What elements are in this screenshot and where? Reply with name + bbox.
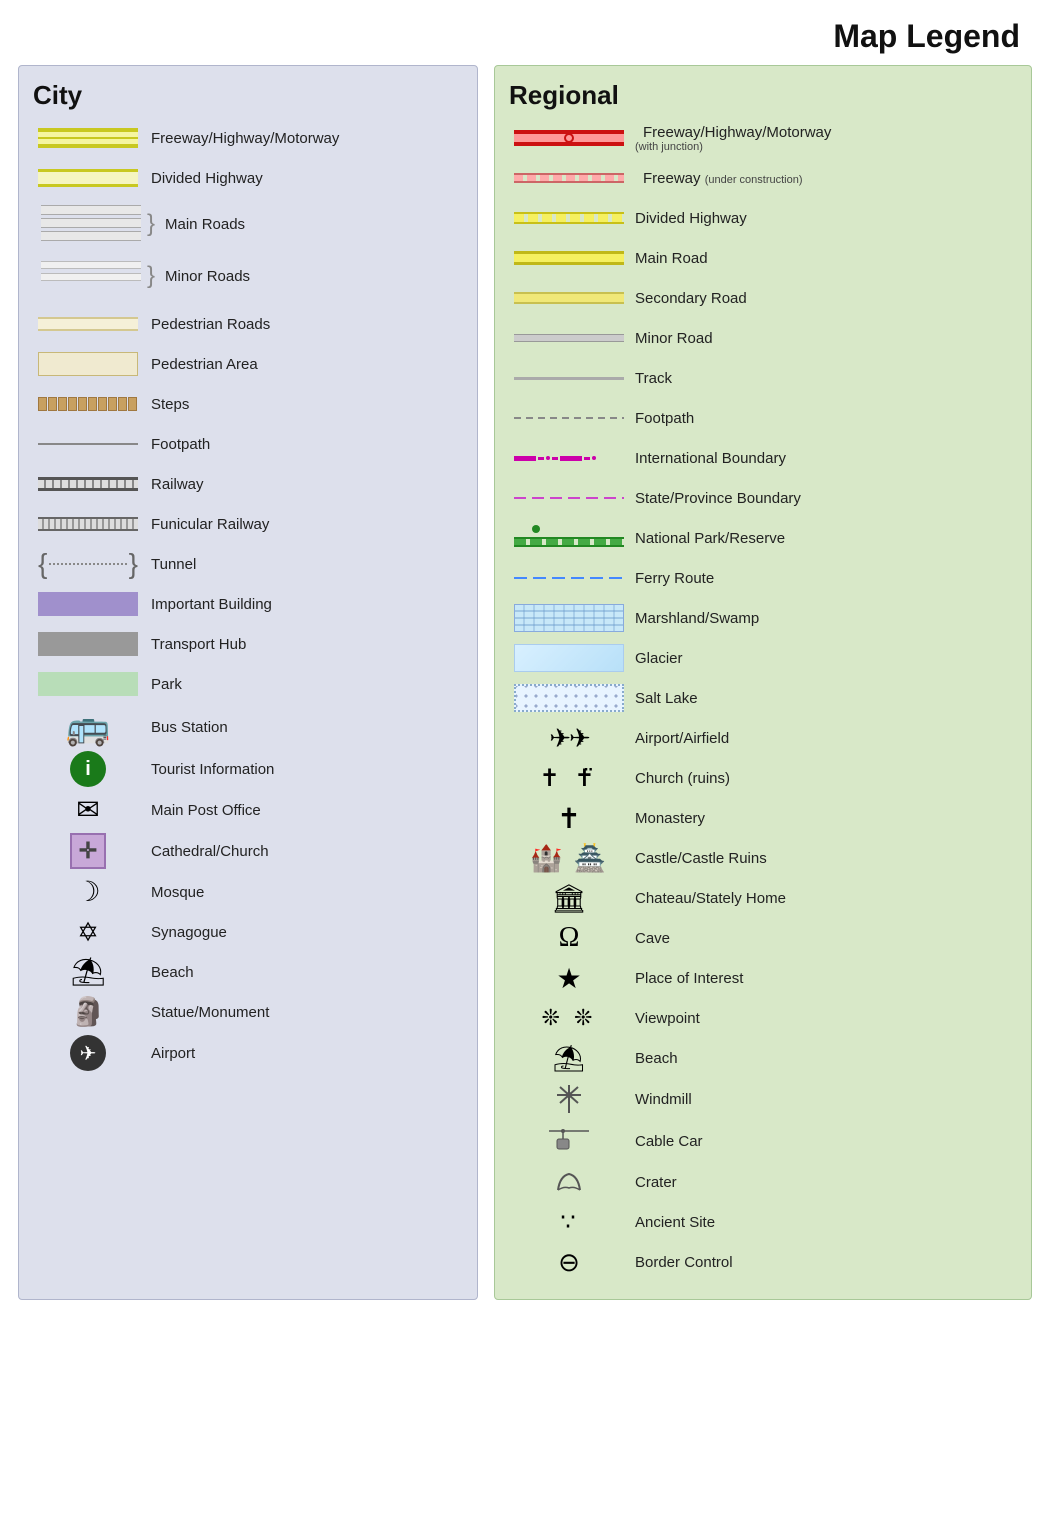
list-item: ✈ Airport [33,1035,461,1071]
list-item: Steps [33,387,461,421]
list-item: Minor Road [509,321,1015,355]
list-item: 🚌 Bus Station [33,709,461,745]
list-item: Freeway/Highway/Motorway [33,121,461,155]
list-item: Windmill [509,1081,1015,1117]
list-item: Crater [509,1165,1015,1199]
list-item: ✈✈ Airport/Airfield [509,721,1015,755]
list-item: ⛱ Beach [33,955,461,989]
list-item: ✉ Main Post Office [33,793,461,827]
list-item: Salt Lake [509,681,1015,715]
list-item: Pedestrian Roads [33,307,461,341]
list-item: ✡ Synagogue [33,915,461,949]
regional-column: Regional Freeway/Highway/Motorway (with … [494,65,1032,1300]
list-item: Ω Cave [509,921,1015,955]
list-item: ☽ Mosque [33,875,461,909]
list-item: State/Province Boundary [509,481,1015,515]
list-item: Cable Car [509,1123,1015,1159]
list-item: i Tourist Information [33,751,461,787]
list-item: Freeway (under construction) [509,161,1015,195]
list-item: 🏰 🏯 Castle/Castle Ruins [509,841,1015,875]
regional-heading: Regional [509,80,1015,111]
page-title: Map Legend [0,0,1050,65]
list-item: Transport Hub [33,627,461,661]
list-item: Pedestrian Area [33,347,461,381]
list-item: Footpath [33,427,461,461]
list-item: ✝ ✝̈ Church (ruins) [509,761,1015,795]
list-item: ⊖ Border Control [509,1245,1015,1279]
list-item: International Boundary [509,441,1015,475]
list-item: Railway [33,467,461,501]
list-item: ★ Place of Interest [509,961,1015,995]
list-item: ✝ Monastery [509,801,1015,835]
list-item: Ferry Route [509,561,1015,595]
list-item: 🗿 Statue/Monument [33,995,461,1029]
list-item: ∵ Ancient Site [509,1205,1015,1239]
list-item: Funicular Railway [33,507,461,541]
list-item: Footpath [509,401,1015,435]
list-item: ❊ ❊ Viewpoint [509,1001,1015,1035]
city-heading: City [33,80,461,111]
list-item: Divided Highway [33,161,461,195]
list-item: Important Building [33,587,461,621]
list-item: 🏛 Chateau/Stately Home [509,881,1015,915]
list-item: } Minor Roads [33,257,461,301]
list-item: } } Tunnel [33,547,461,581]
list-item: Secondary Road [509,281,1015,315]
list-item: Marshland/Swamp [509,601,1015,635]
list-item: Glacier [509,641,1015,675]
list-item: } Main Roads [33,201,461,251]
city-column: City Freeway/Highway/Motorway Divided Hi… [18,65,478,1300]
list-item: Track [509,361,1015,395]
list-item: ⛱ Beach [509,1041,1015,1075]
list-item: Divided Highway [509,201,1015,235]
list-item: Main Road [509,241,1015,275]
list-item: Park [33,667,461,701]
list-item: National Park/Reserve [509,521,1015,555]
list-item: ✛ Cathedral/Church [33,833,461,869]
list-item: Freeway/Highway/Motorway (with junction) [509,121,1015,155]
